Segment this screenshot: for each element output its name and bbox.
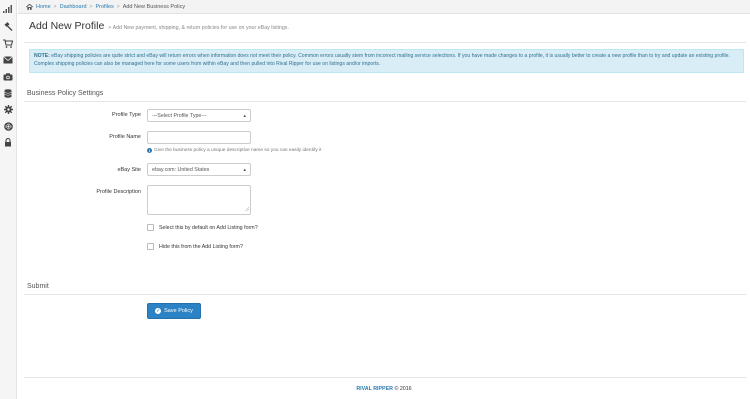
bar-chart-icon[interactable] bbox=[2, 4, 14, 14]
footer: RIVAL RIPPER © 2016 bbox=[18, 386, 750, 392]
sidebar bbox=[0, 0, 17, 399]
section-divider bbox=[24, 101, 746, 102]
ebay-site-select[interactable]: ebay.com: United States ▴︎ bbox=[147, 163, 251, 176]
camera-icon[interactable] bbox=[2, 72, 14, 82]
profile-type-label: Profile Type bbox=[112, 112, 141, 118]
profile-name-input[interactable] bbox=[147, 131, 251, 144]
note-text: eBay shipping policies are quite strict … bbox=[34, 53, 730, 67]
envelope-icon[interactable] bbox=[2, 55, 14, 65]
save-policy-label: Save Policy bbox=[164, 308, 193, 314]
gear-icon[interactable] bbox=[2, 104, 14, 114]
save-policy-button[interactable]: ✓ Save Policy bbox=[147, 303, 201, 319]
footer-divider bbox=[24, 377, 746, 378]
hide-from-add-listing-row: Hide this from the Add Listing form? bbox=[147, 243, 243, 250]
default-on-add-listing-row: Select this by default on Add Listing fo… bbox=[147, 224, 258, 231]
breadcrumb-separator: > bbox=[116, 3, 120, 10]
select-caret-icon: ▴︎ bbox=[243, 112, 246, 119]
default-on-add-listing-label: Select this by default on Add Listing fo… bbox=[159, 224, 258, 231]
lock-icon[interactable] bbox=[2, 137, 14, 147]
page-subtitle: > Add New payment, shipping, & return po… bbox=[108, 25, 289, 31]
hide-from-add-listing-label: Hide this from the Add Listing form? bbox=[159, 243, 243, 250]
breadcrumb-profiles[interactable]: Profiles bbox=[95, 4, 113, 10]
footer-brand[interactable]: RIVAL RIPPER bbox=[356, 386, 393, 392]
page-header: Add New Profile > Add New payment, shipp… bbox=[29, 20, 289, 32]
select-caret-icon: ▴︎ bbox=[243, 166, 246, 173]
profile-name-help: i Give the business policy a unique desc… bbox=[147, 148, 321, 153]
section-title-submit: Submit bbox=[27, 283, 49, 290]
section-divider bbox=[24, 294, 746, 295]
breadcrumb-separator: > bbox=[53, 3, 57, 10]
home-icon[interactable] bbox=[26, 3, 33, 10]
cart-icon[interactable] bbox=[2, 38, 14, 48]
breadcrumb-separator: > bbox=[89, 3, 93, 10]
database-icon[interactable] bbox=[2, 88, 14, 98]
ebay-site-value: ebay.com: United States bbox=[152, 166, 210, 173]
page-title: Add New Profile bbox=[29, 20, 105, 32]
profile-description-label: Profile Description bbox=[96, 189, 141, 195]
ebay-site-label: eBay Site bbox=[117, 167, 141, 173]
note-label: NOTE: bbox=[34, 53, 50, 59]
header-divider bbox=[24, 42, 746, 43]
section-title-business-policy: Business Policy Settings bbox=[27, 90, 104, 97]
profile-type-select[interactable]: ---Select Profile Type--- ▴︎ bbox=[147, 109, 251, 122]
profile-description-textarea[interactable] bbox=[147, 185, 251, 215]
info-icon: i bbox=[147, 148, 152, 153]
footer-copyright: © 2016 bbox=[394, 386, 412, 392]
profile-name-help-text: Give the business policy a unique descri… bbox=[154, 148, 322, 153]
gavel-icon[interactable] bbox=[2, 21, 14, 31]
default-on-add-listing-checkbox[interactable] bbox=[147, 224, 154, 231]
info-note: NOTE: eBay shipping policies are quite s… bbox=[29, 49, 744, 73]
breadcrumb-dashboard[interactable]: Dashboard bbox=[60, 4, 87, 10]
breadcrumb-home[interactable]: Home bbox=[36, 4, 51, 10]
profile-type-value: ---Select Profile Type--- bbox=[152, 112, 207, 119]
resize-handle-icon[interactable] bbox=[244, 206, 250, 213]
breadcrumb: Home > Dashboard > Profiles > Add New Bu… bbox=[18, 0, 750, 14]
check-circle-icon: ✓ bbox=[155, 308, 162, 314]
hide-from-add-listing-checkbox[interactable] bbox=[147, 243, 154, 250]
lifebuoy-icon[interactable] bbox=[2, 121, 14, 131]
breadcrumb-current: Add New Business Policy bbox=[122, 3, 186, 10]
profile-name-label: Profile Name bbox=[109, 134, 141, 140]
